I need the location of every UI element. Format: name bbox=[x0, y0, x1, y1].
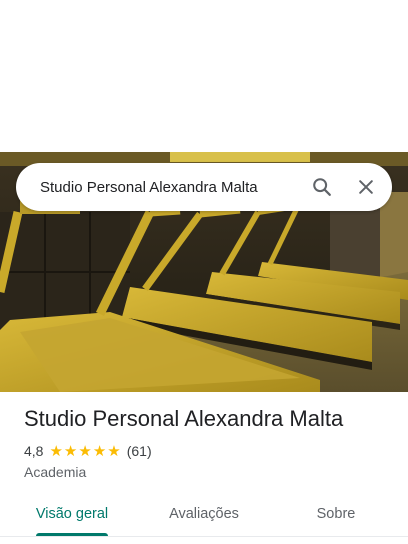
search-bar[interactable]: Studio Personal Alexandra Malta bbox=[16, 163, 392, 211]
star-icon: ★ bbox=[78, 442, 92, 460]
tabs-divider bbox=[0, 536, 408, 537]
place-category[interactable]: Academia bbox=[24, 464, 86, 480]
review-count[interactable]: (61) bbox=[127, 443, 152, 459]
tab-reviews[interactable]: Avaliações bbox=[152, 494, 256, 534]
search-icon[interactable] bbox=[302, 167, 342, 207]
star-icon: ★ bbox=[63, 442, 78, 460]
star-icon: ★ bbox=[49, 442, 63, 460]
star-icon: ★ bbox=[92, 442, 107, 460]
rating-row[interactable]: 4,8 ★ ★ ★ ★ ★ (61) bbox=[24, 443, 152, 459]
tab-overview[interactable]: Visão geral bbox=[24, 494, 120, 534]
star-icon: ★ bbox=[107, 442, 121, 460]
place-tabs: Visão geral Avaliações Sobre bbox=[0, 494, 408, 544]
rating-value: 4,8 bbox=[24, 443, 44, 459]
close-icon[interactable] bbox=[346, 167, 386, 207]
map-blank-area bbox=[0, 0, 408, 152]
place-title: Studio Personal Alexandra Malta bbox=[24, 406, 344, 431]
tab-about[interactable]: Sobre bbox=[296, 494, 376, 534]
search-input[interactable]: Studio Personal Alexandra Malta bbox=[40, 179, 302, 196]
star-rating: ★ ★ ★ ★ ★ bbox=[49, 444, 121, 459]
